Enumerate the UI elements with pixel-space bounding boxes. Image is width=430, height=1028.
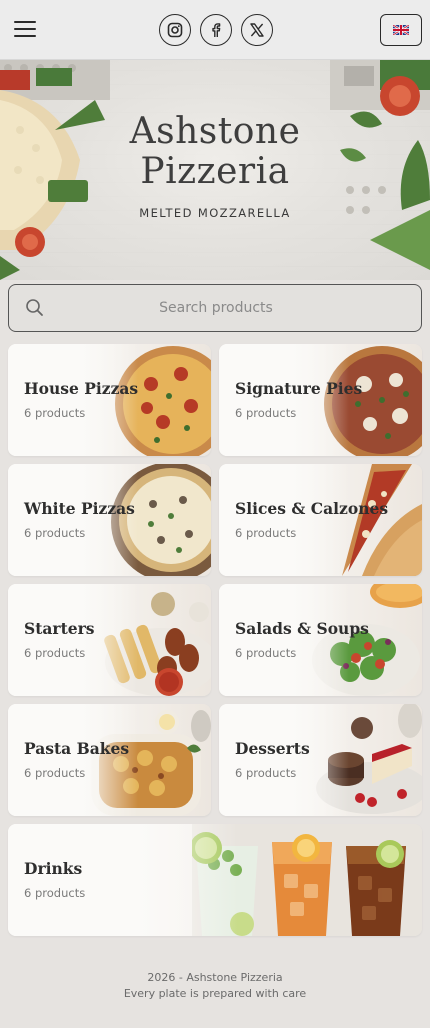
category-card-desserts[interactable]: Desserts 6 products (219, 704, 422, 816)
category-count: 6 products (24, 766, 86, 780)
card-fade (8, 824, 238, 936)
card-fade (8, 704, 138, 816)
category-title: Pasta Bakes (24, 739, 130, 758)
card-fade (219, 344, 349, 456)
category-count: 6 products (24, 646, 86, 660)
title-line-2: Pizzeria (140, 151, 290, 192)
category-count: 6 products (235, 766, 297, 780)
category-count: 6 products (24, 406, 86, 420)
category-card-house-pizzas[interactable]: House Pizzas 6 products (8, 344, 211, 456)
category-card-salads-soups[interactable]: Salads & Soups 6 products (219, 584, 422, 696)
category-title: Slices & Calzones (235, 499, 389, 518)
category-title: Salads & Soups (235, 619, 369, 638)
card-fade (219, 704, 349, 816)
category-title: White Pizzas (24, 499, 135, 518)
category-title: Desserts (235, 739, 310, 758)
category-card-starters[interactable]: Starters 6 products (8, 584, 211, 696)
card-fade (8, 344, 138, 456)
card-fade (8, 584, 138, 696)
hero-banner: Ashstone Pizzeria MELTED MOZZARELLA (0, 60, 430, 280)
card-fade (219, 464, 349, 576)
category-title: House Pizzas (24, 379, 139, 398)
footer-tagline: Every plate is prepared with care (123, 987, 307, 1000)
search-icon (26, 299, 43, 316)
category-card-drinks[interactable]: Drinks 6 products (8, 824, 422, 936)
instagram-icon[interactable] (159, 14, 191, 46)
language-switcher-button[interactable] (380, 14, 422, 46)
category-card-slices-calzones[interactable]: Slices & Calzones 6 products (219, 464, 422, 576)
hamburger-menu-icon[interactable] (14, 18, 38, 40)
card-fade (219, 584, 349, 696)
category-count: 6 products (235, 646, 297, 660)
category-count: 6 products (24, 526, 86, 540)
category-card-white-pizzas[interactable]: White Pizzas 6 products (8, 464, 211, 576)
top-bar (0, 0, 430, 60)
tagline: MELTED MOZZARELLA (139, 206, 291, 220)
category-card-signature-pies[interactable]: Signature Pies 6 products (219, 344, 422, 456)
category-count: 6 products (24, 886, 86, 900)
category-title: Signature Pies (235, 379, 363, 398)
category-card-pasta-bakes[interactable]: Pasta Bakes 6 products (8, 704, 211, 816)
facebook-icon[interactable] (200, 14, 232, 46)
search-bar[interactable] (8, 284, 422, 332)
category-title: Starters (24, 619, 95, 638)
uk-flag-icon (393, 25, 409, 35)
title-line-1: Ashstone (129, 111, 301, 152)
social-links (159, 14, 273, 46)
card-fade (8, 464, 138, 576)
footer: 2026 - Ashstone Pizzeria Every plate is … (0, 970, 430, 1002)
category-title: Drinks (24, 859, 83, 878)
x-icon[interactable] (241, 14, 273, 46)
category-count: 6 products (235, 406, 297, 420)
search-input[interactable] (49, 293, 383, 323)
category-count: 6 products (235, 526, 297, 540)
footer-copyright: 2026 - Ashstone Pizzeria (147, 971, 283, 984)
restaurant-title: Ashstone Pizzeria (0, 112, 430, 192)
